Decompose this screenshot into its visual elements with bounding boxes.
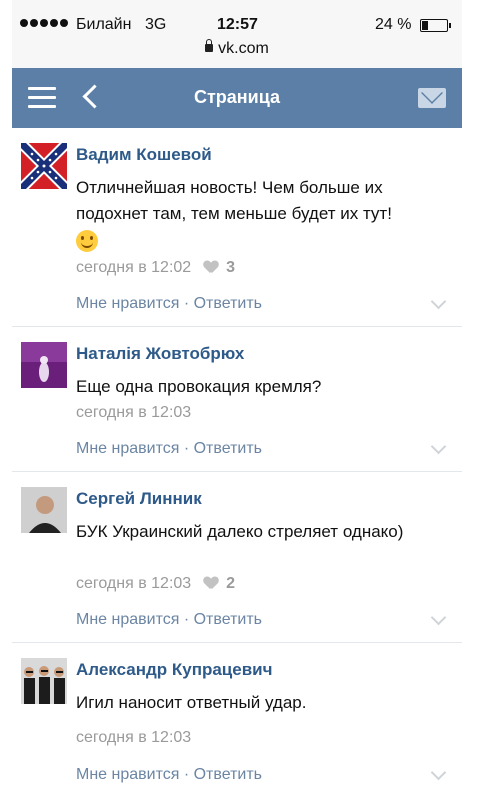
comment-time: сегодня в 12:03 bbox=[76, 575, 192, 592]
app-header: Страница bbox=[12, 68, 462, 128]
comment-author[interactable]: Вадим Кошевой bbox=[76, 145, 212, 165]
comment-text: Игил наносит ответный удар. bbox=[76, 693, 307, 712]
comment-meta: сегодня в 12:03 2 bbox=[76, 575, 235, 593]
comment-meta: сегодня в 12:03 bbox=[76, 404, 191, 422]
battery-icon bbox=[420, 19, 451, 32]
comment-actions: Мне нравится · Ответить bbox=[76, 295, 262, 313]
smile-emoji-icon bbox=[76, 229, 98, 252]
comment-author[interactable]: Наталія Жовтобрюх bbox=[76, 344, 244, 364]
avatar[interactable] bbox=[21, 658, 67, 704]
comment-author[interactable]: Александр Купрацевич bbox=[76, 660, 273, 680]
heart-icon bbox=[204, 261, 218, 273]
chevron-down-icon[interactable] bbox=[430, 764, 447, 781]
network-type: 3G bbox=[145, 16, 167, 33]
lock-icon bbox=[205, 39, 214, 52]
comment-item: Вадим Кошевой Отличнейшая новость! Чем б… bbox=[12, 128, 462, 327]
like-count: 3 bbox=[226, 259, 236, 276]
avatar[interactable] bbox=[21, 342, 67, 388]
heart-icon bbox=[204, 577, 218, 589]
comment-item: Сергей Линник БУК Украинский далеко стре… bbox=[12, 472, 462, 643]
address-bar[interactable]: vk.com bbox=[12, 39, 462, 58]
envelope-icon[interactable] bbox=[418, 88, 446, 108]
chevron-down-icon[interactable] bbox=[430, 293, 447, 310]
status-bar: Билайн 3G 12:57 24 % vk.com bbox=[12, 0, 462, 68]
avatar[interactable] bbox=[21, 143, 67, 189]
comment-time: сегодня в 12:03 bbox=[76, 729, 192, 746]
comment-text: Еще одна провокация кремля? bbox=[76, 377, 322, 396]
comment-item: Александр Купрацевич Игил наносит ответн… bbox=[12, 643, 462, 786]
comment-time: сегодня в 12:03 bbox=[76, 404, 192, 421]
like-reply-links[interactable]: Мне нравится · Ответить bbox=[76, 295, 262, 312]
chevron-down-icon[interactable] bbox=[430, 609, 447, 626]
like-reply-links[interactable]: Мне нравится · Ответить bbox=[76, 611, 262, 628]
page-title: Страница bbox=[193, 87, 281, 107]
comment-actions: Мне нравится · Ответить bbox=[76, 440, 262, 458]
comment-text: БУК Украинский далеко стреляет однако) bbox=[76, 522, 404, 541]
avatar[interactable] bbox=[21, 487, 67, 533]
like-reply-links[interactable]: Мне нравится · Ответить bbox=[76, 766, 262, 783]
comment-meta: сегодня в 12:02 3 bbox=[76, 259, 235, 277]
comment-meta: сегодня в 12:03 bbox=[76, 729, 191, 747]
comment-time: сегодня в 12:02 bbox=[76, 259, 192, 276]
url-text: vk.com bbox=[218, 40, 269, 57]
comment-actions: Мне нравится · Ответить bbox=[76, 611, 262, 629]
like-reply-links[interactable]: Мне нравится · Ответить bbox=[76, 440, 262, 457]
like-count: 2 bbox=[226, 575, 236, 592]
chevron-down-icon[interactable] bbox=[430, 438, 447, 455]
carrier-name: Билайн bbox=[76, 16, 132, 33]
phone-screen: Билайн 3G 12:57 24 % vk.com Страница Вад… bbox=[12, 0, 462, 783]
clock: 12:57 bbox=[217, 16, 258, 33]
comment-text: Отличнейшая новость! Чем больше их подох… bbox=[76, 175, 454, 253]
comment-author[interactable]: Сергей Линник bbox=[76, 489, 202, 509]
comment-list: Вадим Кошевой Отличнейшая новость! Чем б… bbox=[12, 128, 462, 786]
signal-icon bbox=[20, 19, 68, 27]
battery-percent: 24 % bbox=[375, 16, 412, 33]
comment-item: Наталія Жовтобрюх Еще одна провокация кр… bbox=[12, 327, 462, 472]
comment-actions: Мне нравится · Ответить bbox=[76, 766, 262, 784]
